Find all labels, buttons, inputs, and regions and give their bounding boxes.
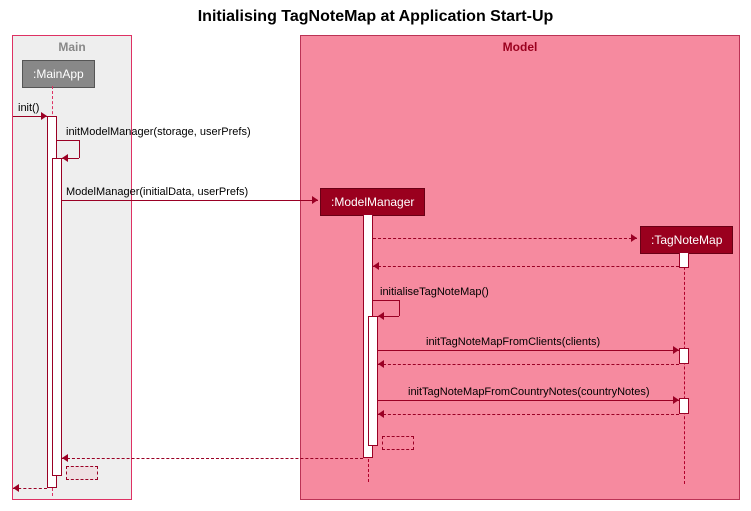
frame-main-label: Main	[13, 40, 131, 54]
object-mainapp-label: :MainApp	[33, 67, 84, 81]
self-return-mainapp	[66, 466, 98, 480]
msg-fromcountrynotes-label: initTagNoteMapFromCountryNotes(countryNo…	[408, 386, 649, 398]
lifeline-tagnotemap	[684, 252, 685, 484]
msg-initmodelmanager-side	[79, 140, 80, 158]
msg-fromclients	[378, 350, 679, 351]
arrow-fromcountrynotes-return	[378, 410, 384, 418]
msg-fromcountrynotes	[378, 400, 679, 401]
frame-model-label: Model	[301, 40, 739, 54]
object-mainapp: :MainApp	[22, 60, 95, 88]
msg-fromclients-return	[378, 364, 679, 365]
arrow-fromcountrynotes	[673, 396, 679, 404]
activation-mainapp-inner	[52, 158, 62, 476]
msg-inittagnotemap-side	[399, 300, 400, 316]
object-tagnotemap-label: :TagNoteMap	[651, 233, 722, 247]
msg-create-tagnotemap	[373, 238, 637, 239]
msg-modelmanagerctor	[62, 200, 318, 201]
msg-fromcountrynotes-return	[378, 414, 679, 415]
msg-initmodelmanager-top	[57, 140, 79, 141]
activation-tagnotemap-clients	[679, 348, 689, 364]
arrow-final-return	[13, 484, 19, 492]
arrow-initmodelmanager	[62, 154, 68, 162]
msg-return-mainapp	[62, 458, 363, 459]
arrow-modelmanagerctor	[312, 196, 318, 204]
arrow-init	[41, 112, 47, 120]
msg-modelmanagerctor-label: ModelManager(initialData, userPrefs)	[66, 186, 248, 198]
object-tagnotemap: :TagNoteMap	[640, 226, 733, 254]
object-modelmanager-label: :ModelManager	[331, 195, 414, 209]
arrow-inittagnotemap	[378, 312, 384, 320]
msg-return-tagnotemap	[373, 266, 679, 267]
msg-initmodelmanager-label: initModelManager(storage, userPrefs)	[66, 126, 251, 138]
msg-fromclients-label: initTagNoteMapFromClients(clients)	[426, 336, 600, 348]
msg-inittagnotemap-top	[373, 300, 399, 301]
arrow-return-mainapp	[62, 454, 68, 462]
activation-tagnotemap-create	[679, 252, 689, 268]
arrow-fromclients-return	[378, 360, 384, 368]
self-return-modelmanager	[382, 436, 414, 450]
arrow-create-tagnotemap	[631, 234, 637, 242]
msg-inittagnotemap-label: initialiseTagNoteMap()	[380, 286, 489, 298]
object-modelmanager: :ModelManager	[320, 188, 425, 216]
msg-init-label: init()	[18, 102, 39, 114]
arrow-fromclients	[673, 346, 679, 354]
activation-tagnotemap-countrynotes	[679, 398, 689, 414]
diagram-title: Initialising TagNoteMap at Application S…	[0, 8, 751, 26]
activation-modelmanager-self	[368, 316, 378, 446]
arrow-return-tagnotemap	[373, 262, 379, 270]
